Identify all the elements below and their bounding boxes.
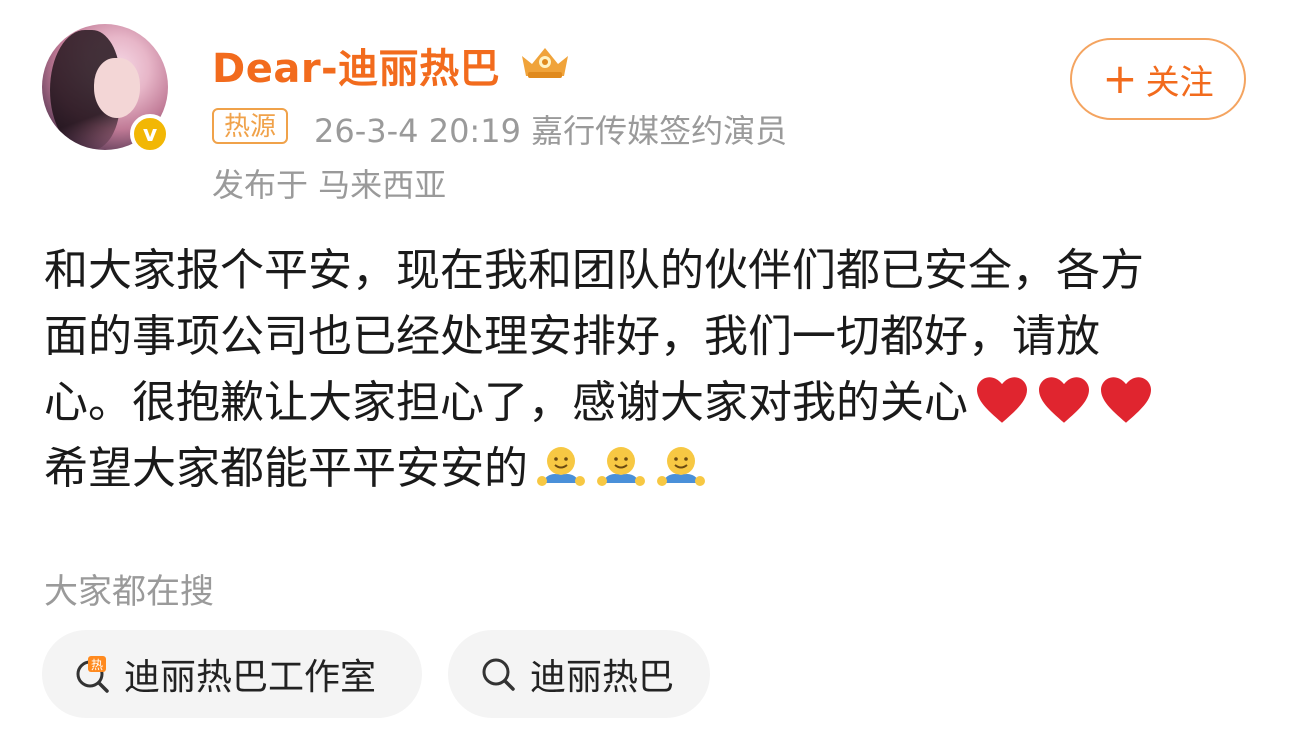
- hot-search-icon: 热: [76, 656, 109, 693]
- post-line: 希望大家都能平平安安的: [44, 436, 1254, 502]
- post-line: 和大家报个平安，现在我和团队的伙伴们都已安全，各方: [44, 238, 1254, 304]
- post-text: 和大家报个平安，现在我和团队的伙伴们都已安全，各方: [44, 245, 1144, 296]
- search-icon: [482, 658, 515, 691]
- hug-emoji-icon: [657, 447, 705, 486]
- username[interactable]: Dear-迪丽热巴: [212, 36, 500, 94]
- hug-emoji-icon: [537, 447, 585, 486]
- hug-emoji-icon: [597, 447, 645, 486]
- plus-icon: +: [1102, 54, 1138, 103]
- heart-icon: [977, 377, 1027, 423]
- post-line: 面的事项公司也已经处理安排好，我们一切都好，请放: [44, 304, 1254, 370]
- verified-badge-icon: v: [130, 114, 170, 154]
- chip-label: 迪丽热巴工作室: [124, 657, 377, 698]
- post-line: 心。很抱歉让大家担心了，感谢大家对我的关心: [44, 370, 1254, 436]
- post-meta: 26-3-4 20:19 嘉行传媒签约演员: [314, 112, 788, 150]
- crown-icon: [522, 48, 568, 78]
- avatar-face: [94, 58, 140, 118]
- heart-icon: [1039, 377, 1089, 423]
- post-text: 心。很抱歉让大家担心了，感谢大家对我的关心: [44, 377, 968, 428]
- hot-source-badge: 热源: [212, 108, 289, 144]
- post-text: 希望大家都能平平安安的: [44, 443, 528, 494]
- heart-icon: [1101, 377, 1151, 423]
- chip-label: 迪丽热巴: [530, 657, 675, 698]
- search-chip-name[interactable]: 迪丽热巴: [448, 630, 710, 718]
- svg-text:热: 热: [91, 658, 103, 672]
- follow-button[interactable]: + 关注: [1070, 38, 1246, 120]
- post-text: 面的事项公司也已经处理安排好，我们一切都好，请放: [44, 311, 1100, 362]
- search-chip-studio[interactable]: 热 迪丽热巴工作室: [42, 630, 422, 718]
- trending-search-title: 大家都在搜: [44, 572, 214, 612]
- post-location: 发布于 马来西亚: [212, 166, 447, 204]
- follow-label: 关注: [1145, 62, 1214, 103]
- post-body: 和大家报个平安，现在我和团队的伙伴们都已安全，各方 面的事项公司也已经处理安排好…: [44, 238, 1254, 502]
